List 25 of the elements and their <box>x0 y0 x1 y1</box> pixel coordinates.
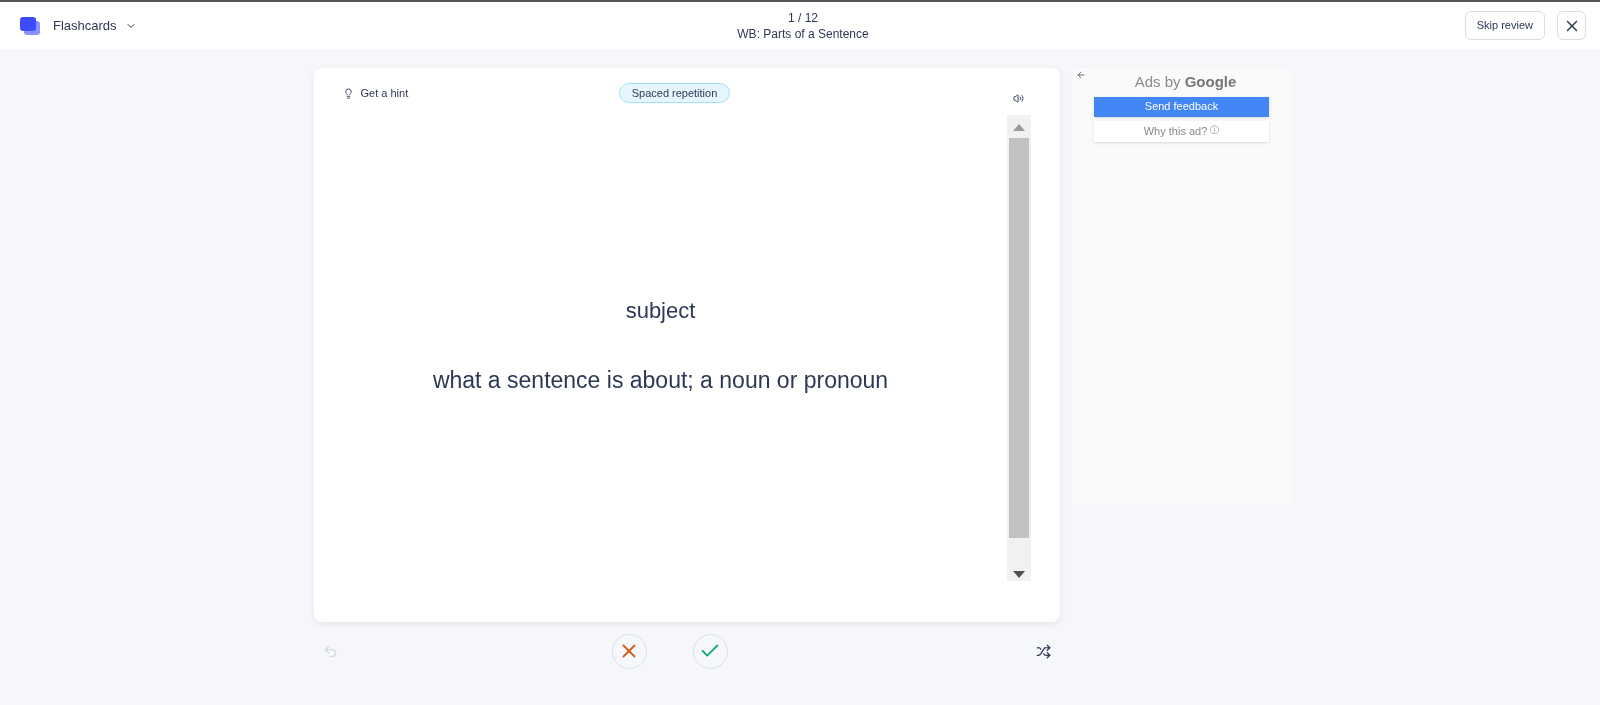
app-logo-icon <box>20 16 40 35</box>
skip-review-button[interactable]: Skip review <box>1464 11 1545 40</box>
speaker-icon <box>1013 93 1024 105</box>
close-button[interactable] <box>1557 11 1586 40</box>
scrollbar-thumb[interactable] <box>1008 137 1029 538</box>
scroll-down-arrow-icon <box>1012 570 1025 578</box>
shuffle-icon <box>1035 643 1051 659</box>
why-this-ad-text: Why this ad? <box>1143 123 1208 139</box>
back-arrow-icon[interactable] <box>1075 70 1086 80</box>
lightbulb-icon <box>342 87 354 99</box>
scrollbar[interactable] <box>1006 114 1031 581</box>
app-menu-button[interactable]: Flashcards <box>53 15 137 36</box>
progress-counter: 1 / 12 <box>788 9 818 26</box>
shuffle-button[interactable] <box>1035 643 1051 659</box>
why-this-ad-button[interactable]: Why this ad? ⓘ <box>1094 120 1269 142</box>
definition-text: what a sentence is about; a noun or pronoun <box>432 366 889 396</box>
spaced-repetition-badge: Spaced repetition <box>618 83 731 103</box>
hint-button[interactable]: Get a hint <box>342 84 409 102</box>
set-title: WB: Parts of a Sentence <box>737 25 869 42</box>
info-icon: ⓘ <box>1210 124 1220 138</box>
term-text: subject <box>625 297 696 326</box>
scroll-up-arrow-icon <box>1012 123 1025 131</box>
ads-by-google-label: Ads by Google <box>1134 72 1237 92</box>
send-feedback-button[interactable]: Send feedback <box>1094 96 1269 117</box>
undo-icon <box>322 643 338 659</box>
